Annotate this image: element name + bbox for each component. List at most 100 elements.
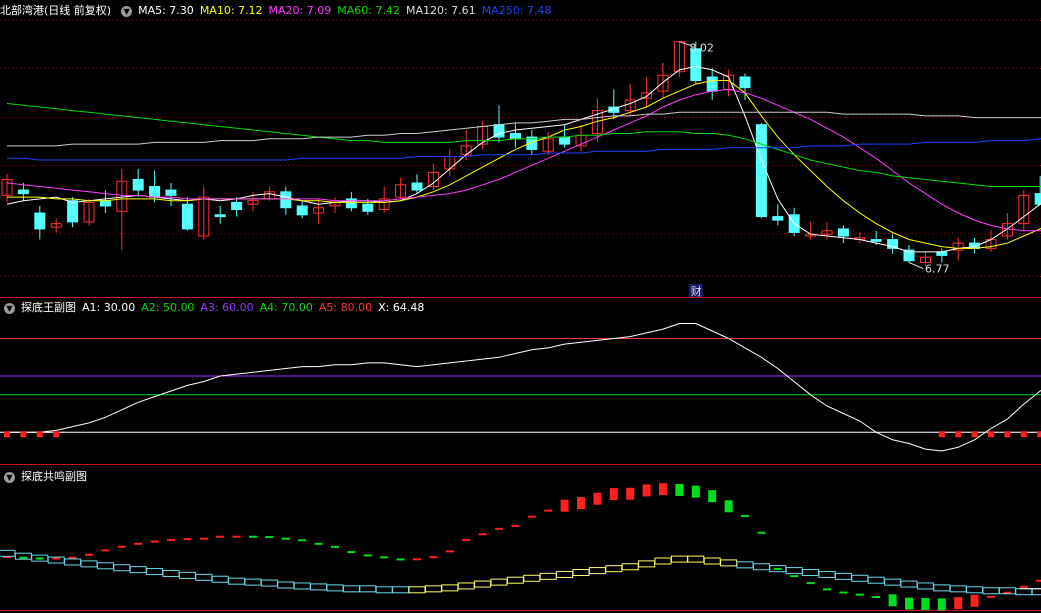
bottom-signal-mark <box>1037 431 1041 438</box>
low-marker-line <box>908 262 924 269</box>
resonance-bar <box>638 560 656 568</box>
momentum-block <box>937 598 946 611</box>
sub-panel-1-header: ▼ 探底王副图 A1: 30.00 A2: 50.00 A3: 60.00 A4: 70.… <box>0 299 430 317</box>
resonance-bar <box>129 566 147 574</box>
resonance-bar <box>457 582 475 590</box>
resonance-bar <box>490 578 508 586</box>
momentum-block <box>888 594 897 607</box>
resonance-bar <box>867 576 885 584</box>
momentum-block <box>593 492 602 505</box>
candle-body <box>214 214 226 218</box>
candle-body <box>231 201 243 211</box>
resonance-bar <box>720 559 738 567</box>
sub1-toggle-icon[interactable]: ▼ <box>4 302 15 314</box>
resonance-bar <box>228 577 246 585</box>
resonance-bar <box>211 575 229 583</box>
resonance-bar <box>293 582 311 590</box>
resonance-bar <box>408 586 426 594</box>
a1-label: A1: 30.00 <box>82 301 136 314</box>
resonance-bar <box>1031 588 1041 596</box>
momentum-block <box>905 597 913 610</box>
resonance-bar <box>949 585 967 593</box>
candle-body <box>772 216 784 221</box>
a5-label: A5: 80.00 <box>318 301 373 314</box>
a2-label: A2: 50.00 <box>141 301 195 314</box>
candle-body <box>149 186 161 198</box>
resonance-bar <box>736 561 754 569</box>
momentum-block <box>659 483 667 496</box>
resonance-bar <box>260 579 278 587</box>
sub-panel-2-header: ▼ 探底共鸣副图 <box>0 468 93 486</box>
resonance-bar <box>96 562 114 570</box>
resonance-bar <box>64 558 82 566</box>
ma250-label: MA250: 7.48 <box>481 4 552 17</box>
resonance-bar <box>392 586 410 594</box>
resonance-bar <box>834 572 852 580</box>
resonance-bar <box>359 585 377 593</box>
candle-body <box>1034 193 1041 205</box>
momentum-block <box>708 490 717 503</box>
bottom-signal-mark <box>1004 431 1011 438</box>
momentum-block <box>675 483 684 496</box>
ma120-label: MA120: 7.61 <box>405 4 476 17</box>
ma-line-ma10 <box>7 80 1041 249</box>
resonance-bar <box>900 580 918 588</box>
bottom-signal-mark <box>938 431 945 438</box>
candle-body <box>706 76 718 92</box>
a3-label: A3: 60.00 <box>200 301 254 314</box>
resonance-bar <box>342 585 360 593</box>
ma5-label: MA5: 7.30 <box>138 4 194 17</box>
candle-body <box>870 239 882 242</box>
resonance-bar <box>621 563 639 571</box>
candle-body <box>34 212 46 230</box>
resonance-bar <box>654 557 672 565</box>
resonance-bar <box>605 565 623 573</box>
resonance-bar <box>0 549 16 557</box>
ma-line-ma250 <box>7 138 1041 161</box>
momentum-block <box>954 597 963 610</box>
main-panel-header: 北部湾港(日线 前复权) ▼ MA5: 7.30 MA10: 7.12 MA20: 7.… <box>0 2 557 20</box>
bottom-signal-mark <box>20 431 27 438</box>
ma-line-ma60 <box>6 103 1041 187</box>
resonance-bar <box>851 574 869 582</box>
sub2-title: 探底共鸣副图 <box>21 470 87 483</box>
candle-body <box>296 205 308 216</box>
resonance-bar <box>966 586 984 594</box>
momentum-block <box>609 488 618 501</box>
candle-body <box>559 136 571 145</box>
candle-body <box>509 133 521 140</box>
x-label: X: 64.48 <box>378 301 425 314</box>
resonance-bar <box>80 560 98 568</box>
resonance-bar <box>506 576 524 584</box>
candle-body <box>837 228 849 237</box>
resonance-bar <box>703 557 721 565</box>
main-panel-toggle-icon[interactable]: ▼ <box>121 5 133 17</box>
resonance-bar <box>752 563 770 571</box>
resonance-bar <box>326 584 344 592</box>
momentum-block <box>642 484 651 497</box>
resonance-bar <box>113 564 131 572</box>
bottom-signal-mark <box>4 431 10 438</box>
momentum-block <box>921 597 930 610</box>
a4-label: A4: 70.00 <box>259 301 313 314</box>
resonance-bar <box>539 572 557 580</box>
resonance-bar <box>244 578 262 586</box>
resonance-bar <box>375 586 393 594</box>
candle-body <box>755 124 767 218</box>
event-marker-label: 财 <box>691 284 702 298</box>
resonance-bar <box>802 569 820 577</box>
sub2-toggle-icon[interactable]: ▼ <box>4 471 15 483</box>
candle-body <box>936 251 948 256</box>
resonance-bar <box>572 569 590 577</box>
bottom-signal-mark <box>36 431 43 438</box>
candle-body <box>67 200 79 223</box>
ma-line-ma5 <box>6 65 1041 253</box>
main-title: 北部湾港(日线 前复权) <box>0 4 112 17</box>
resonance-bar <box>588 567 606 575</box>
resonance-bar <box>933 584 951 592</box>
bottom-signal-mark <box>971 431 978 438</box>
resonance-bar <box>277 581 295 589</box>
resonance-bar <box>818 570 836 578</box>
candle-body <box>17 189 29 195</box>
momentum-block <box>577 497 585 510</box>
